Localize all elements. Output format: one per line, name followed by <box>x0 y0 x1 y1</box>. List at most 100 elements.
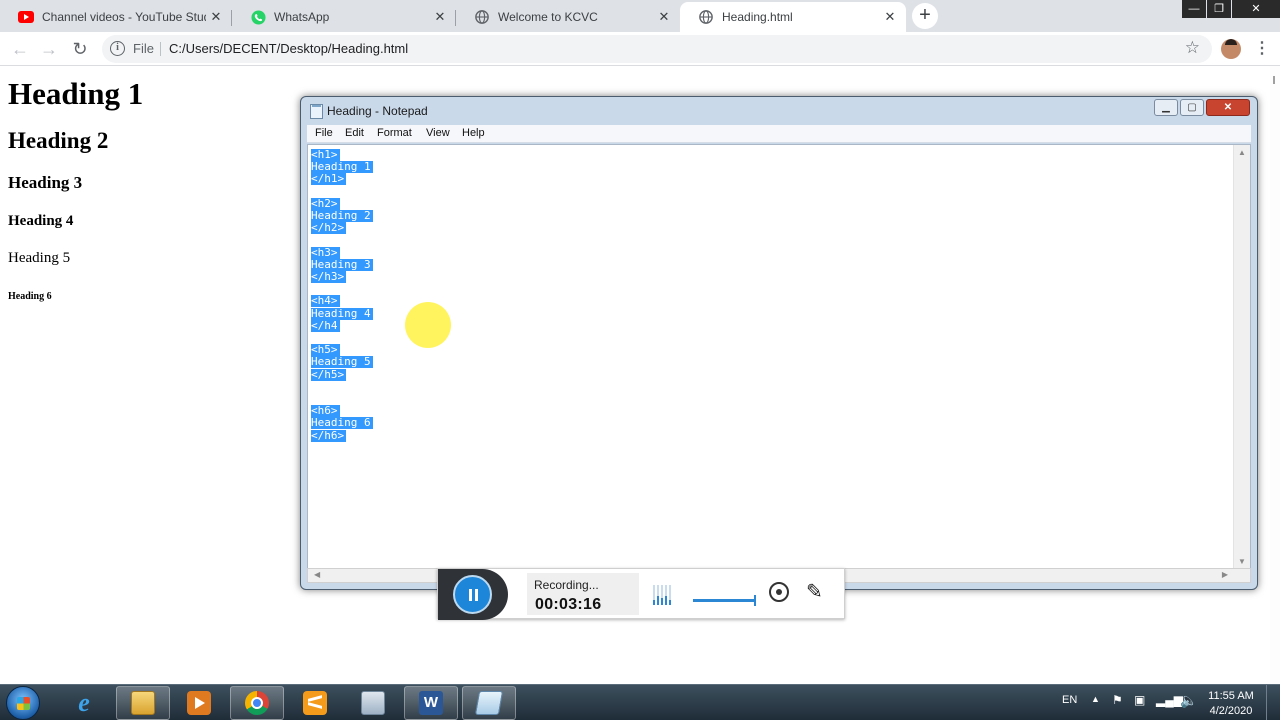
minimize-icon[interactable]: ▁ <box>1154 99 1178 116</box>
notepad-text-line: <h6> <box>311 404 340 418</box>
calculator-icon[interactable] <box>346 686 400 720</box>
scroll-up-icon[interactable]: ▲ <box>1238 148 1246 157</box>
word-icon[interactable]: W <box>404 686 458 720</box>
notepad-window[interactable]: Heading - Notepad ▁ ▢ ✕ File Edit Format… <box>300 96 1258 590</box>
close-tab-icon[interactable]: ✕ <box>208 9 224 25</box>
forward-arrow-icon[interactable]: → <box>38 38 60 60</box>
bookmark-star-icon[interactable]: ☆ <box>1185 38 1200 58</box>
close-tab-icon[interactable]: ✕ <box>432 9 448 25</box>
heading-2: Heading 2 <box>8 128 109 153</box>
audio-level-icon[interactable] <box>653 583 673 605</box>
page-scrollbar[interactable] <box>1270 66 1280 684</box>
back-arrow-icon[interactable]: ← <box>9 38 31 60</box>
new-tab-button[interactable]: + <box>912 3 938 29</box>
notepad-text-line: </h5> <box>311 367 347 381</box>
clock-time: 11:55 AM <box>1208 690 1254 702</box>
tab-title: Welcome to KCVC <box>498 10 598 24</box>
tab-title: Heading.html <box>722 10 793 24</box>
screen: Channel videos - YouTube Studio ✕ WhatsA… <box>0 0 1280 720</box>
usb-device-icon[interactable]: ▣ <box>1134 693 1145 707</box>
scroll-left-icon[interactable]: ◀ <box>314 570 320 579</box>
pencil-icon[interactable]: ✎ <box>806 579 823 604</box>
notepad-text-line: <h4> <box>311 294 340 308</box>
volume-icon[interactable]: 🔈 <box>1180 692 1197 709</box>
close-tab-icon[interactable]: ✕ <box>882 9 898 25</box>
action-center-icon[interactable]: ⚑ <box>1112 693 1123 707</box>
notepad-icon <box>310 104 323 119</box>
notepad-text-line: </h1> <box>311 172 347 186</box>
profile-avatar[interactable] <box>1221 39 1241 59</box>
divider <box>160 42 161 56</box>
vertical-scrollbar[interactable]: ▲ ▼ <box>1233 145 1250 569</box>
close-icon[interactable]: ✕ <box>1206 99 1250 116</box>
recorder-control-area <box>438 569 508 620</box>
notepad-text-line: <h5> <box>311 343 340 357</box>
maximize-icon[interactable]: ▢ <box>1180 99 1204 116</box>
media-player-icon[interactable] <box>172 686 226 720</box>
notepad-text-line: <h2> <box>311 196 340 210</box>
notepad-icon[interactable] <box>462 686 516 720</box>
language-indicator[interactable]: EN <box>1062 694 1077 706</box>
reload-icon[interactable]: ↻ <box>69 38 91 60</box>
tab-youtube-studio[interactable]: Channel videos - YouTube Studio ✕ <box>0 2 232 32</box>
taskbar: e W EN ▲ ⚑ ▣ ▂▄▆ 🔈 11:55 AM 4/2/2020 <box>0 684 1280 720</box>
notepad-text-line: </h3> <box>311 270 347 283</box>
tab-whatsapp[interactable]: WhatsApp ✕ <box>232 2 456 32</box>
minimize-icon[interactable]: — <box>1182 0 1206 18</box>
menu-help[interactable]: Help <box>462 127 485 139</box>
tab-title: Channel videos - YouTube Studio <box>42 10 206 24</box>
menu-edit[interactable]: Edit <box>345 127 364 139</box>
notepad-text-line: Heading 6 <box>311 416 373 430</box>
tab-kcvc[interactable]: Welcome to KCVC ✕ <box>456 2 680 32</box>
sublime-text-icon[interactable] <box>288 686 342 720</box>
recording-status: Recording... <box>534 578 599 592</box>
heading-6: Heading 6 <box>8 291 52 302</box>
notepad-text-line: <h3> <box>311 245 340 259</box>
menu-format[interactable]: Format <box>377 127 412 139</box>
cursor-highlight <box>405 302 451 348</box>
start-button[interactable] <box>6 686 40 720</box>
notepad-text-line: Heading 3 <box>311 257 373 271</box>
screen-recorder-bar: Recording... 00:03:16 ✎ <box>437 568 845 620</box>
scroll-right-icon[interactable]: ▶ <box>1222 570 1228 579</box>
heading-4: Heading 4 <box>8 213 74 229</box>
menu-kebab-icon[interactable]: ⋮ <box>1254 40 1270 58</box>
system-clock[interactable]: 11:55 AM 4/2/2020 <box>1205 689 1257 719</box>
pause-icon[interactable] <box>453 575 492 614</box>
notepad-text-area[interactable]: ▲ ▼ <h1> Heading 1 </h1> <h2> Heading 2 </h2>… <box>307 144 1251 570</box>
menu-view[interactable]: View <box>426 127 450 139</box>
show-desktop-button[interactable] <box>1266 685 1280 720</box>
notepad-text-line: Heading 4 <box>311 306 373 320</box>
notepad-text-line: </h4 <box>311 318 340 332</box>
restore-icon[interactable]: ❐ <box>1207 0 1231 18</box>
address-bar[interactable]: i File C:/Users/DECENT/Desktop/Heading.h… <box>102 35 1212 63</box>
youtube-icon <box>18 9 34 25</box>
tab-heading-html[interactable]: Heading.html ✕ <box>680 2 906 32</box>
volume-slider[interactable] <box>693 595 756 606</box>
globe-icon <box>698 9 714 25</box>
notepad-text-line: <h1> <box>311 148 340 161</box>
notepad-text-line: Heading 2 <box>311 209 373 222</box>
internet-explorer-icon[interactable]: e <box>57 686 111 720</box>
scroll-down-icon[interactable]: ▼ <box>1238 557 1246 566</box>
notepad-title: Heading - Notepad <box>327 104 428 118</box>
notepad-text-line: Heading 1 <box>311 160 373 174</box>
show-hidden-icons-icon[interactable]: ▲ <box>1091 694 1100 704</box>
heading-1: Heading 1 <box>8 76 144 111</box>
info-icon[interactable]: i <box>110 41 125 56</box>
tab-title: WhatsApp <box>274 10 330 24</box>
recorder-status-panel: Recording... 00:03:16 <box>527 573 639 615</box>
close-window-icon[interactable]: ✕ <box>1232 0 1280 18</box>
menu-file[interactable]: File <box>315 127 333 139</box>
explorer-icon[interactable] <box>116 686 170 720</box>
url-text[interactable]: C:/Users/DECENT/Desktop/Heading.html <box>169 41 408 56</box>
clock-date: 4/2/2020 <box>1209 705 1253 717</box>
chrome-icon[interactable] <box>230 686 284 720</box>
webcam-icon[interactable] <box>769 582 789 602</box>
tab-strip: Channel videos - YouTube Studio ✕ WhatsA… <box>0 0 1280 32</box>
close-tab-icon[interactable]: ✕ <box>656 9 672 25</box>
browser-toolbar: ← → ↻ i File C:/Users/DECENT/Desktop/Hea… <box>0 32 1280 66</box>
heading-5: Heading 5 <box>8 250 71 266</box>
network-signal-icon[interactable]: ▂▄▆ <box>1156 693 1183 707</box>
notepad-text-line: </h2> <box>311 221 347 235</box>
